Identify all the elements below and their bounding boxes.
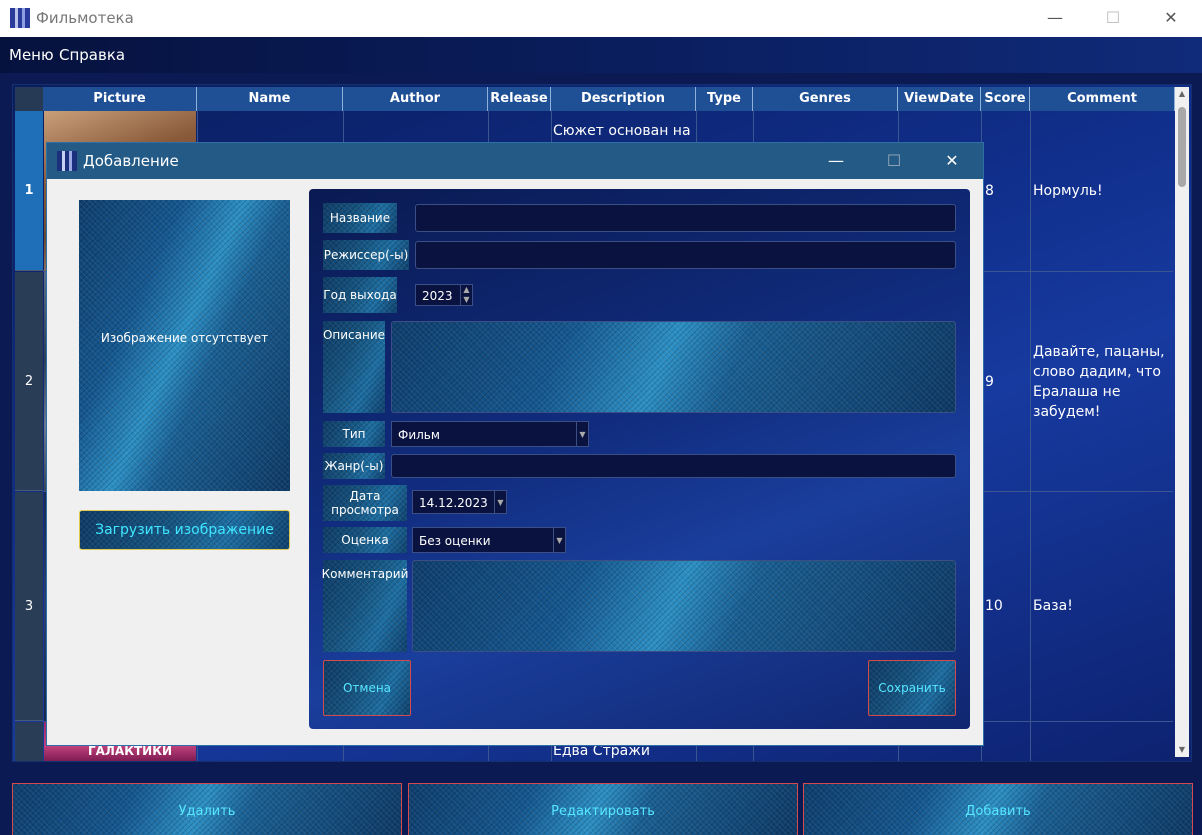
- column-header-type[interactable]: Type: [696, 87, 753, 111]
- column-header-comment[interactable]: Comment: [1030, 87, 1175, 111]
- column-header-picture[interactable]: Picture: [43, 87, 197, 111]
- add-dialog: Добавление — ☐ ✕ Изображение отсутствует…: [46, 142, 984, 746]
- dialog-maximize-icon[interactable]: ☐: [871, 148, 917, 174]
- score-cell: 8: [985, 183, 994, 199]
- dialog-title: Добавление: [83, 152, 179, 170]
- comment-cell: Давайте, пацаны, слово дадим, что Ералаш…: [1033, 344, 1165, 420]
- window-title: Фильмотека: [36, 9, 134, 27]
- year-label: Год выхода: [323, 277, 397, 313]
- column-header-score[interactable]: Score: [981, 87, 1030, 111]
- image-preview: Изображение отсутствует: [79, 200, 290, 491]
- vertical-scrollbar[interactable]: ▲ ▼: [1175, 87, 1189, 757]
- score-label: Оценка: [323, 527, 407, 553]
- name-field[interactable]: [415, 204, 956, 232]
- edit-button[interactable]: Редактировать: [408, 783, 798, 835]
- type-value: Фильм: [398, 428, 440, 442]
- scrollbar-thumb[interactable]: [1178, 107, 1186, 187]
- column-header-description[interactable]: Description: [551, 87, 696, 111]
- score-cell: 10: [985, 598, 1003, 614]
- chevron-down-icon[interactable]: ▼: [576, 422, 588, 446]
- dialog-minimize-icon[interactable]: —: [813, 148, 859, 174]
- form-panel: Название Режиссер(-ы) Год выхода 2023 ▲ ▼…: [309, 189, 970, 729]
- table-corner: [15, 87, 43, 111]
- genre-label: Жанр(-ы): [323, 453, 385, 479]
- row-header-3[interactable]: 3: [15, 492, 43, 721]
- row-header-2[interactable]: 2: [15, 272, 43, 491]
- column-header-author[interactable]: Author: [343, 87, 488, 111]
- minimize-icon[interactable]: —: [1032, 6, 1078, 32]
- chevron-down-icon[interactable]: ▼: [553, 528, 565, 552]
- grid-line: [1030, 111, 1031, 761]
- description-textarea[interactable]: [391, 321, 956, 413]
- year-value: 2023: [422, 289, 453, 303]
- type-label: Тип: [323, 421, 385, 447]
- director-label: Режиссер(-ы): [323, 240, 409, 270]
- genre-field[interactable]: [391, 454, 956, 478]
- comment-label: Комментарий: [322, 560, 408, 652]
- menu-item-help[interactable]: Справка: [59, 46, 125, 64]
- comment-textarea[interactable]: [412, 560, 956, 652]
- dialog-close-icon[interactable]: ✕: [929, 148, 975, 174]
- close-icon[interactable]: ✕: [1148, 6, 1194, 32]
- viewdate-picker[interactable]: 14.12.2023 ▼: [412, 490, 507, 514]
- row-header-1[interactable]: 1: [15, 111, 43, 271]
- spin-arrows-icon[interactable]: ▲ ▼: [460, 285, 472, 305]
- score-value: Без оценки: [419, 534, 491, 548]
- viewdate-value: 14.12.2023: [419, 496, 488, 510]
- menu-item-menu[interactable]: Меню: [9, 46, 54, 64]
- column-header-name[interactable]: Name: [197, 87, 343, 111]
- poster-caption: ГАЛАКТИКИ: [88, 744, 173, 758]
- name-label: Название: [323, 203, 397, 233]
- year-spinbox[interactable]: 2023 ▲ ▼: [415, 284, 473, 306]
- comment-cell: Нормуль!: [1033, 183, 1103, 199]
- load-image-button[interactable]: Загрузить изображение: [79, 510, 290, 550]
- chevron-down-icon[interactable]: ▼: [494, 491, 506, 513]
- score-select[interactable]: Без оценки ▼: [412, 527, 566, 553]
- column-header-genres[interactable]: Genres: [753, 87, 898, 111]
- viewdate-label: Дата просмотра: [323, 485, 407, 521]
- type-select[interactable]: Фильм ▼: [391, 421, 589, 447]
- save-button[interactable]: Сохранить: [868, 660, 956, 716]
- dialog-titlebar: Добавление — ☐ ✕: [47, 143, 983, 179]
- maximize-icon[interactable]: ☐: [1090, 6, 1136, 32]
- column-header-release[interactable]: Release: [488, 87, 551, 111]
- dialog-app-icon: [57, 151, 77, 171]
- window-titlebar: Фильмотека — ☐ ✕: [0, 0, 1202, 37]
- scroll-up-icon[interactable]: ▲: [1175, 87, 1189, 101]
- comment-cell: База!: [1033, 598, 1073, 614]
- description-label: Описание: [323, 321, 385, 413]
- column-header-viewdate[interactable]: ViewDate: [898, 87, 981, 111]
- score-cell: 9: [985, 374, 994, 390]
- add-button[interactable]: Добавить: [803, 783, 1193, 835]
- app-icon: [10, 8, 30, 28]
- director-field[interactable]: [415, 241, 956, 269]
- row-header-4[interactable]: [15, 722, 43, 761]
- cancel-button[interactable]: Отмена: [323, 660, 411, 716]
- delete-button[interactable]: Удалить: [12, 783, 402, 835]
- description-cell: Сюжет основан на: [553, 123, 691, 139]
- image-placeholder-text: Изображение отсутствует: [100, 331, 269, 345]
- scroll-down-icon[interactable]: ▼: [1175, 743, 1189, 757]
- menu-bar: Меню Справка: [0, 37, 1202, 73]
